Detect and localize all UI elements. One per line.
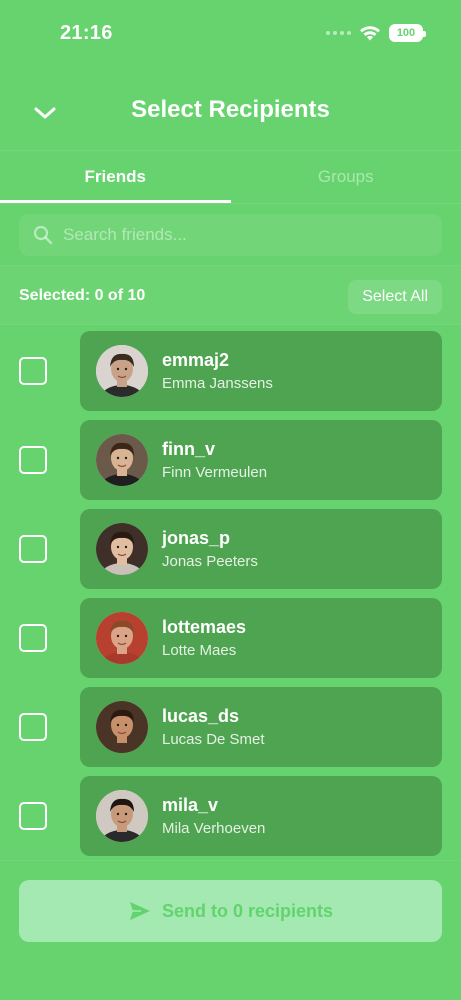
status-bar: 21:16 100 [0, 0, 461, 70]
list-item: finn_v Finn Vermeulen [0, 420, 461, 509]
header: Select Recipients [0, 80, 461, 150]
list-item: mila_v Mila Verhoeven [0, 776, 461, 865]
send-button[interactable]: Send to 0 recipients [19, 880, 442, 942]
status-time: 21:16 [60, 22, 113, 44]
friend-checkbox[interactable] [19, 624, 47, 652]
friend-username: lottemaes [162, 617, 247, 637]
avatar [96, 790, 148, 842]
friend-name: Jonas Peeters [162, 553, 258, 570]
friend-list: emmaj2 Emma Janssens finn_v Finn Vermeul… [0, 331, 461, 865]
select-all-button[interactable]: Select All [348, 280, 442, 314]
list-item: jonas_p Jonas Peeters [0, 509, 461, 598]
friend-card[interactable]: finn_v Finn Vermeulen [80, 420, 442, 500]
selection-bar: Selected: 0 of 10 Select All [0, 265, 461, 325]
bottom-bar: Send to 0 recipients [0, 860, 461, 1000]
friend-checkbox[interactable] [19, 802, 47, 830]
divider [0, 203, 461, 204]
friend-card[interactable]: mila_v Mila Verhoeven [80, 776, 442, 856]
friend-name: Emma Janssens [162, 375, 273, 392]
friend-name: Finn Vermeulen [162, 464, 268, 481]
friend-checkbox[interactable] [19, 446, 47, 474]
friend-username: finn_v [162, 439, 216, 459]
search-bar [19, 214, 442, 256]
list-item: emmaj2 Emma Janssens [0, 331, 461, 420]
friend-card[interactable]: emmaj2 Emma Janssens [80, 331, 442, 411]
tab-friends[interactable]: Friends [0, 151, 231, 203]
wifi-icon [360, 26, 380, 41]
avatar [96, 612, 148, 664]
list-item: lucas_ds Lucas De Smet [0, 687, 461, 776]
send-button-label: Send to 0 recipients [161, 900, 334, 921]
avatar [96, 434, 148, 486]
friend-name: Mila Verhoeven [162, 820, 266, 837]
friend-checkbox[interactable] [19, 535, 47, 563]
avatar [96, 523, 148, 575]
selected-count: Selected: 0 of 10 [19, 287, 146, 304]
battery-icon: 100 [389, 24, 426, 42]
tab-bar: Friends Groups [0, 151, 461, 203]
avatar [96, 701, 148, 753]
friend-name: Lucas De Smet [162, 731, 265, 748]
friend-username: emmaj2 [162, 350, 230, 370]
search-input[interactable] [63, 225, 442, 245]
friend-card[interactable]: jonas_p Jonas Peeters [80, 509, 442, 589]
friend-card[interactable]: lottemaes Lotte Maes [80, 598, 442, 678]
list-item: lottemaes Lotte Maes [0, 598, 461, 687]
friend-username: lucas_ds [162, 706, 240, 726]
friend-name: Lotte Maes [162, 642, 237, 659]
friend-username: jonas_p [162, 528, 231, 548]
friend-username: mila_v [162, 795, 219, 815]
status-icons: 100 [326, 24, 426, 42]
friend-checkbox[interactable] [19, 713, 47, 741]
send-icon [129, 902, 150, 920]
avatar [96, 345, 148, 397]
tab-groups[interactable]: Groups [231, 151, 461, 203]
signal-dots-icon [326, 31, 351, 35]
page-title: Select Recipients [131, 96, 330, 123]
friend-checkbox[interactable] [19, 357, 47, 385]
friend-card[interactable]: lucas_ds Lucas De Smet [80, 687, 442, 767]
search-icon [33, 225, 53, 245]
